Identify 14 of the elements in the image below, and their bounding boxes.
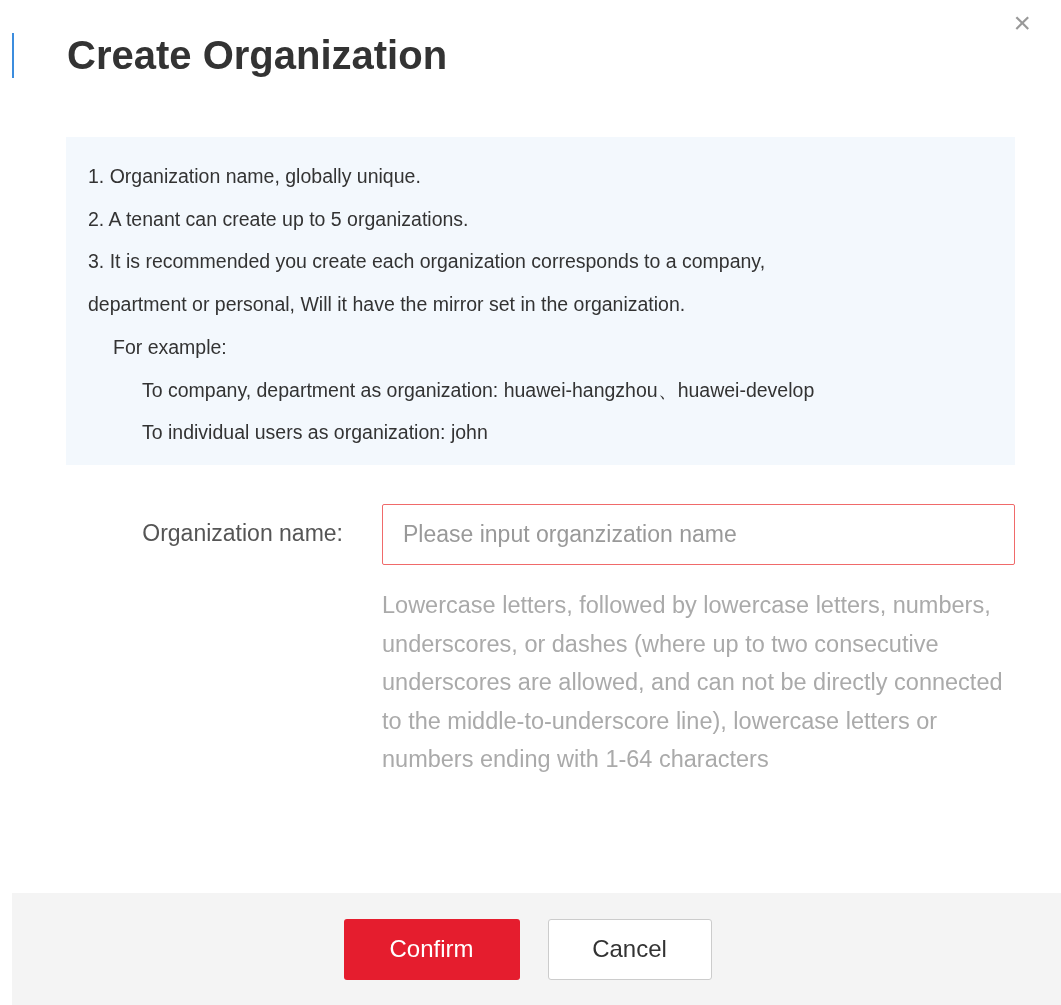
- help-text: Lowercase letters, followed by lowercase letters, numbers, underscores, or dashes (where up to two consecutive underscores are allowed, and can not be directly connected to the middle-to-underscore line), lowercase letters or numbers ending with 1-64 characters: [382, 591, 1004, 775]
- dialog-title: Create Organization: [67, 32, 448, 78]
- example-line: To company, department as organization: huawei-hangzhou、huawei-develop: [141, 377, 816, 403]
- note-line: 1. Organization name, globally unique.: [88, 164, 422, 189]
- close-button[interactable]: ×: [1013, 6, 1031, 40]
- note-line: 2. A tenant can create up to 5 organizations.: [88, 206, 470, 232]
- example-line: To individual users as organization: john: [141, 420, 489, 446]
- field-label: Organization name:: [141, 519, 343, 548]
- confirm-button[interactable]: Confirm: [343, 918, 520, 980]
- cancel-button[interactable]: Cancel: [547, 918, 712, 980]
- example-heading: For example:: [112, 334, 228, 360]
- note-line: 3. It is recommended you create each organization corresponds to a company,: [88, 249, 767, 275]
- organization-name-field[interactable]: Please input organzization name: [382, 504, 1015, 565]
- note-line: department or personal, Will it have the mirror set in the organization.: [88, 292, 687, 318]
